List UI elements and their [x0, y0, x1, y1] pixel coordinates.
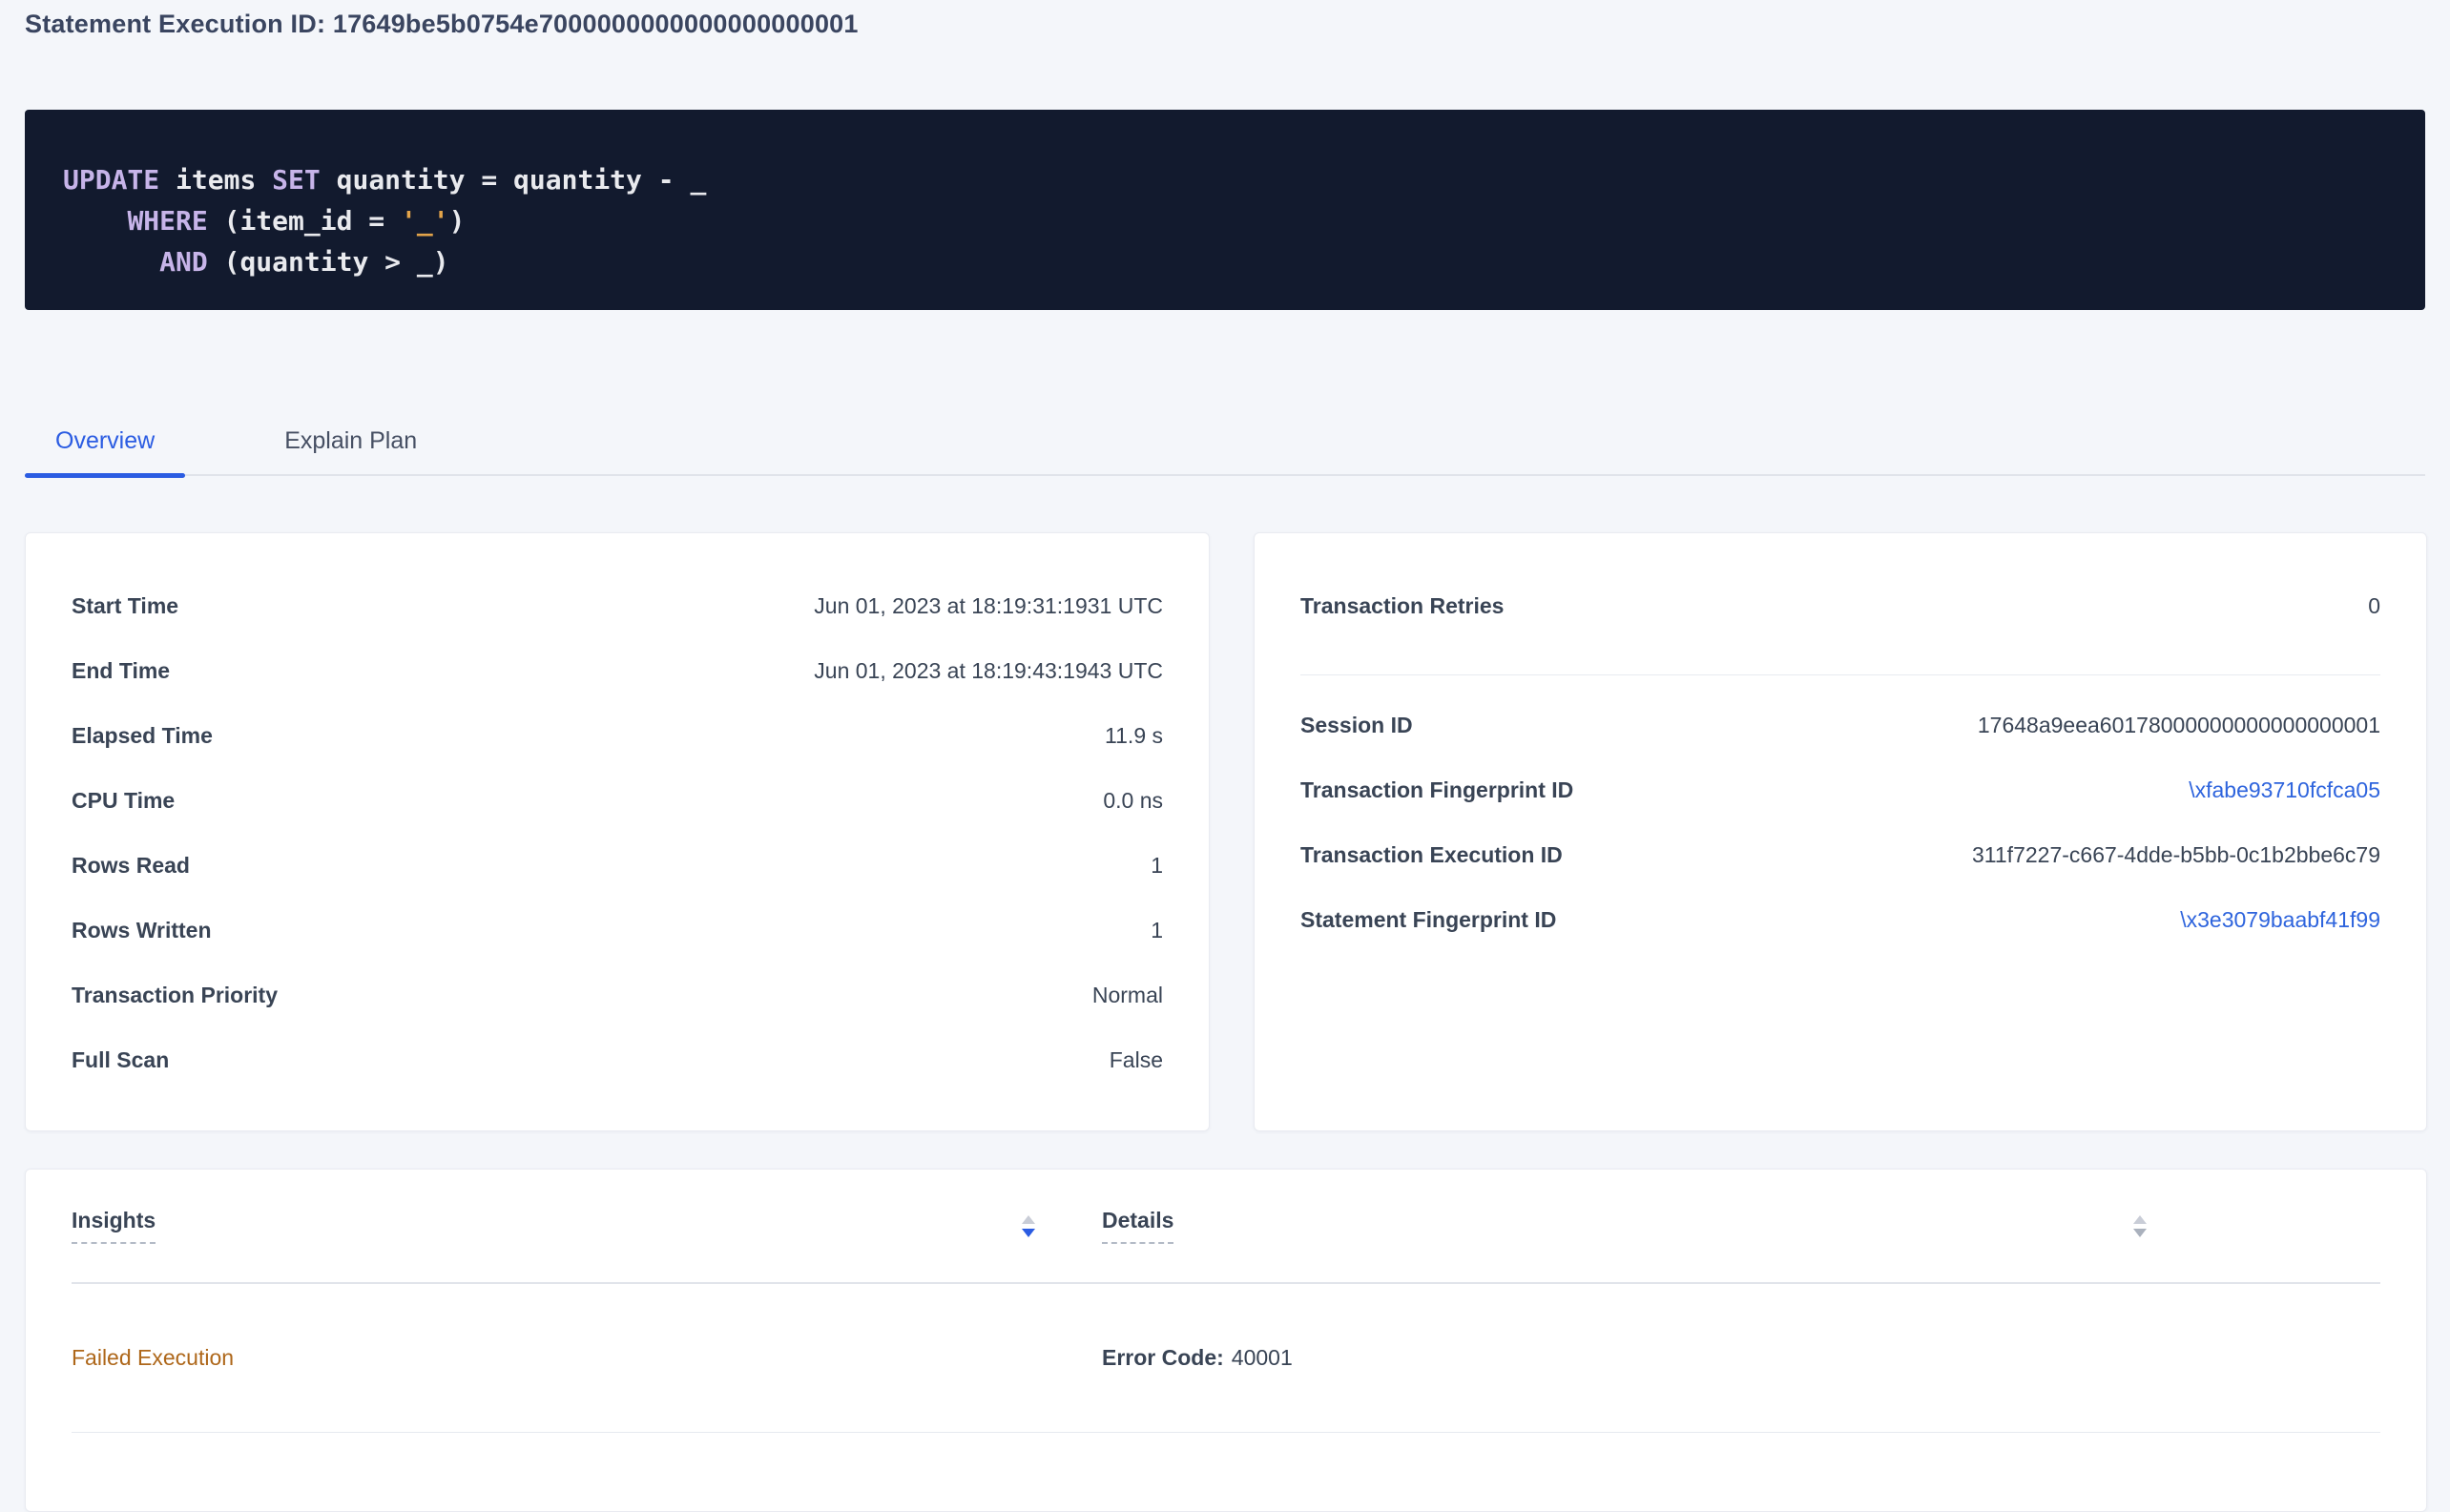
sort-up-triangle	[1022, 1215, 1035, 1224]
tab-overview[interactable]: Overview	[25, 416, 185, 474]
stat-row-cpu-time: CPU Time 0.0 ns	[72, 768, 1163, 833]
stat-value: Jun 01, 2023 at 18:19:31:1931 UTC	[814, 593, 1163, 619]
sql-line: UPDATE items SET quantity = quantity - _	[63, 159, 2387, 200]
transaction-fingerprint-link[interactable]: \xfabe93710fcfca05	[2189, 777, 2380, 803]
divider	[1300, 674, 2380, 675]
column-header-insights: Insights	[72, 1208, 1035, 1244]
stat-label: Transaction Fingerprint ID	[1300, 777, 1573, 803]
sql-indent	[63, 205, 127, 237]
stat-value: 0	[2368, 593, 2380, 619]
stat-value: Normal	[1092, 983, 1163, 1008]
stat-row-statement-fingerprint-id: Statement Fingerprint ID \x3e3079baabf41…	[1300, 887, 2380, 952]
sql-text: (item_id =	[208, 205, 401, 237]
stat-value: 1	[1151, 918, 1163, 943]
stat-value: 0.0 ns	[1103, 788, 1163, 814]
sql-keyword: UPDATE	[63, 164, 159, 196]
stat-label: Transaction Retries	[1300, 593, 1504, 619]
stat-row-transaction-retries: Transaction Retries 0	[1300, 573, 2380, 638]
sql-keyword: AND	[159, 246, 208, 278]
sql-text: quantity = quantity - _	[321, 164, 707, 196]
sql-text: (quantity > _)	[208, 246, 449, 278]
stat-row-start-time: Start Time Jun 01, 2023 at 18:19:31:1931…	[72, 573, 1163, 638]
overview-stats-card: Start Time Jun 01, 2023 at 18:19:31:1931…	[25, 532, 1210, 1131]
sql-line: AND (quantity > _)	[63, 241, 2387, 282]
stat-row-rows-read: Rows Read 1	[72, 833, 1163, 898]
sort-down-triangle	[2133, 1229, 2147, 1237]
sort-icon-insights[interactable]	[1022, 1215, 1035, 1237]
sql-statement-box: UPDATE items SET quantity = quantity - _…	[25, 110, 2425, 310]
stat-value: 17648a9eea60178000000000000000001	[1978, 713, 2380, 738]
stat-row-full-scan: Full Scan False	[72, 1027, 1163, 1092]
insights-table-row: Failed Execution Error Code: 40001	[72, 1284, 2380, 1433]
sql-text: items	[159, 164, 272, 196]
insight-type-badge: Failed Execution	[72, 1345, 234, 1370]
column-header-details: Details	[1102, 1208, 2147, 1244]
stat-value: 11.9 s	[1105, 723, 1163, 749]
stat-row-transaction-execution-id: Transaction Execution ID 311f7227-c667-4…	[1300, 822, 2380, 887]
page-title: Statement Execution ID: 17649be5b0754e70…	[25, 10, 859, 39]
stat-label: Session ID	[1300, 713, 1413, 738]
details-column-label[interactable]: Details	[1102, 1208, 1173, 1244]
stat-label: CPU Time	[72, 788, 175, 814]
stat-row-end-time: End Time Jun 01, 2023 at 18:19:43:1943 U…	[72, 638, 1163, 703]
stat-label: Rows Written	[72, 918, 212, 943]
stat-row-transaction-priority: Transaction Priority Normal	[72, 963, 1163, 1027]
statement-fingerprint-link[interactable]: \x3e3079baabf41f99	[2180, 907, 2380, 933]
insights-column-label[interactable]: Insights	[72, 1208, 156, 1244]
error-code-label: Error Code:	[1102, 1345, 1224, 1370]
sql-text: )	[449, 205, 466, 237]
stat-row-elapsed-time: Elapsed Time 11.9 s	[72, 703, 1163, 768]
sql-indent	[63, 246, 159, 278]
stat-label: Transaction Priority	[72, 983, 278, 1008]
sql-keyword: WHERE	[127, 205, 207, 237]
sql-line: WHERE (item_id = '_')	[63, 200, 2387, 241]
sql-string-literal: '_'	[401, 205, 449, 237]
sql-keyword: SET	[272, 164, 321, 196]
stat-value: False	[1110, 1047, 1163, 1073]
stat-label: Statement Fingerprint ID	[1300, 907, 1556, 933]
stat-value: 311f7227-c667-4dde-b5bb-0c1b2bbe6c79	[1972, 842, 2380, 868]
sort-icon-details[interactable]	[2133, 1215, 2147, 1237]
stat-label: Full Scan	[72, 1047, 169, 1073]
stat-row-session-id: Session ID 17648a9eea6017800000000000000…	[1300, 693, 2380, 757]
insights-table-card: Insights Details Failed Execution Error …	[25, 1169, 2427, 1512]
stat-value: 1	[1151, 853, 1163, 879]
sort-down-triangle	[1022, 1229, 1035, 1237]
transaction-details-card: Transaction Retries 0 Session ID 17648a9…	[1254, 532, 2427, 1131]
tab-bar: Overview Explain Plan	[25, 416, 2425, 476]
stat-label: Start Time	[72, 593, 178, 619]
insights-table-header: Insights Details	[72, 1170, 2380, 1284]
stat-label: Rows Read	[72, 853, 190, 879]
stat-value: Jun 01, 2023 at 18:19:43:1943 UTC	[814, 658, 1163, 684]
sort-up-triangle	[2133, 1215, 2147, 1224]
stat-label: End Time	[72, 658, 170, 684]
stat-row-transaction-fingerprint-id: Transaction Fingerprint ID \xfabe93710fc…	[1300, 757, 2380, 822]
stat-row-rows-written: Rows Written 1	[72, 898, 1163, 963]
stat-label: Elapsed Time	[72, 723, 213, 749]
error-code-value: 40001	[1232, 1345, 1293, 1370]
stat-label: Transaction Execution ID	[1300, 842, 1563, 868]
tab-explain-plan[interactable]: Explain Plan	[254, 416, 447, 474]
